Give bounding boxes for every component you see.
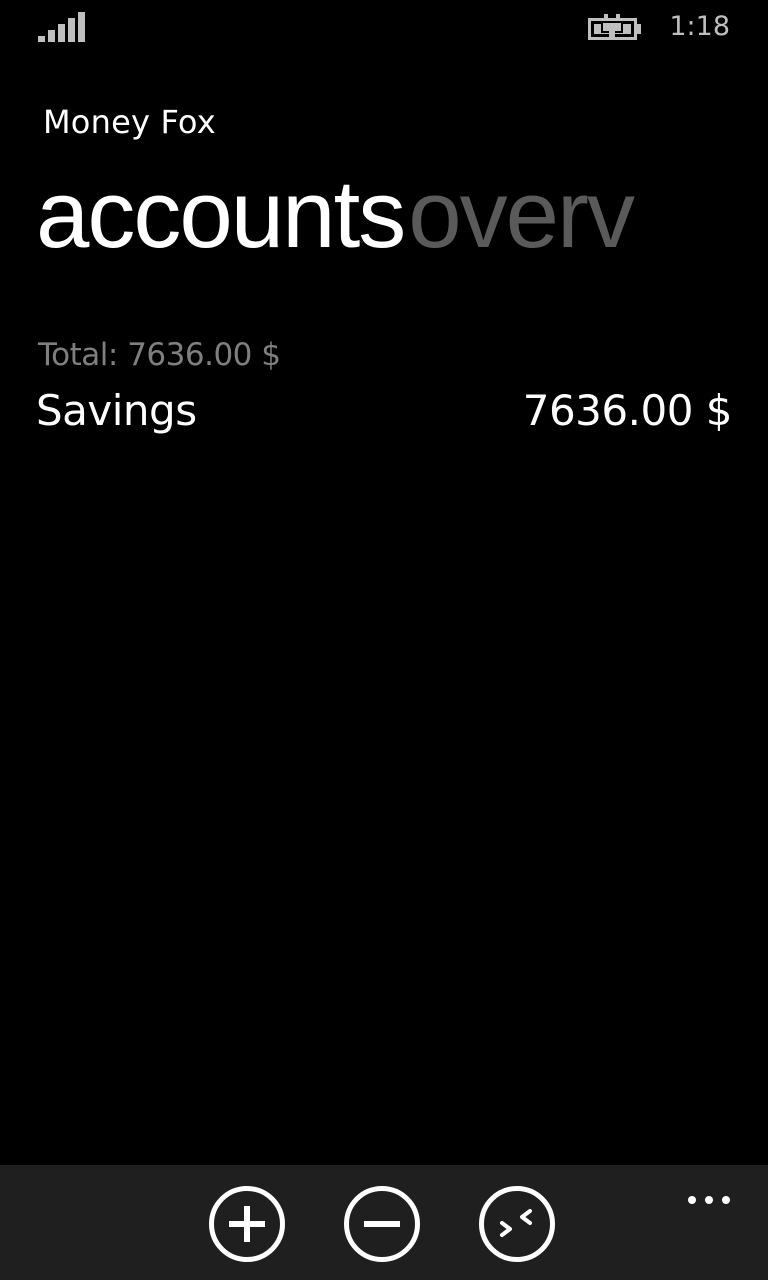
subtract-circle-icon bbox=[344, 1186, 420, 1262]
battery-charging-icon bbox=[588, 14, 641, 40]
pivot-header-strip: accountsoverv bbox=[36, 160, 732, 270]
add-circle-icon bbox=[209, 1186, 285, 1262]
signal-strength-icon bbox=[38, 12, 85, 42]
status-bar: 1:18 bbox=[0, 0, 768, 56]
ellipsis-icon[interactable] bbox=[680, 1177, 740, 1207]
total-balance: Total: 7636.00 $ bbox=[38, 337, 281, 373]
transfer-circle-icon bbox=[479, 1186, 555, 1262]
status-time: 1:18 bbox=[669, 11, 730, 42]
account-row[interactable]: Savings 7636.00 $ bbox=[36, 384, 733, 440]
account-name: Savings bbox=[36, 386, 197, 435]
pivot-item-accounts[interactable]: accounts bbox=[36, 160, 406, 270]
add-spending-button[interactable] bbox=[343, 1185, 421, 1263]
app-bar bbox=[0, 1165, 768, 1280]
account-balance: 7636.00 $ bbox=[522, 386, 733, 435]
add-income-button[interactable] bbox=[208, 1185, 286, 1263]
transfer-button[interactable] bbox=[478, 1185, 556, 1263]
app-title: Money Fox bbox=[43, 103, 216, 141]
pivot-item-overview[interactable]: overv bbox=[408, 160, 635, 270]
